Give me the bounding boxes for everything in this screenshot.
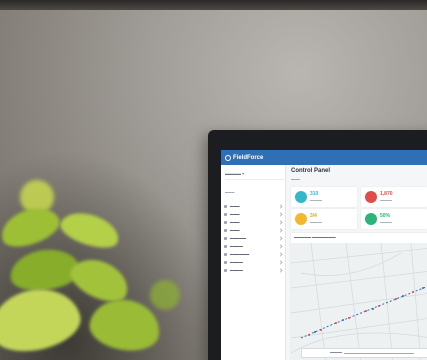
stat-label: ▬▬▬▬	[380, 220, 392, 224]
nav-item[interactable]: ▬▬▬▬▬	[224, 234, 283, 242]
stat-label: ▬▬▬▬	[310, 198, 322, 202]
photo-scene: FieldForce ▬▬▬▬ ▾ ▬▬▬ ▬▬▬ ▬▬▬ ▬▬▬ ▬▬▬ ▬▬…	[0, 0, 427, 360]
search-text: ▬▬▬▬	[330, 350, 342, 354]
leaf	[56, 206, 124, 254]
nav-item-label: ▬▬▬	[230, 212, 240, 216]
leaf	[0, 281, 86, 359]
nav-item-label: ▬▬▬	[230, 204, 240, 208]
nav-item[interactable]: ▬▬▬▬▬▬	[224, 250, 283, 258]
stat-value: 1,870	[380, 191, 393, 197]
brand: FieldForce	[225, 152, 263, 163]
chevron-right-icon	[278, 251, 283, 257]
stat-card[interactable]: 310 ▬▬▬▬	[291, 187, 357, 207]
chevron-right-icon	[278, 211, 283, 217]
stat-value: 3/4	[310, 213, 317, 219]
menu-item-icon	[224, 236, 227, 240]
nav-item[interactable]: ▬▬▬	[224, 218, 283, 226]
stat-icon	[295, 191, 307, 203]
chevron-right-icon	[278, 219, 283, 225]
stat-card[interactable]: 50% ▬▬▬▬	[361, 209, 427, 229]
chevron-right-icon	[278, 203, 283, 209]
nav-item[interactable]: ▬▬▬	[224, 210, 283, 218]
plant	[0, 170, 220, 360]
chevron-right-icon	[278, 243, 283, 249]
top-edge-strip	[0, 0, 427, 10]
stat-label: ▬▬▬▬	[380, 198, 392, 202]
chevron-right-icon	[278, 227, 283, 233]
chevron-right-icon	[278, 235, 283, 241]
map-svg	[291, 243, 427, 360]
chevron-right-icon	[278, 267, 283, 273]
menu-item-icon	[224, 228, 227, 232]
nav-item[interactable]: ▬▬▬▬	[224, 242, 283, 250]
nav-item[interactable]: ▬▬▬▬	[224, 266, 283, 274]
brand-name: FieldForce	[233, 154, 264, 161]
menu-item-icon	[224, 212, 227, 216]
stat-icon	[295, 213, 307, 225]
menu-item-icon	[224, 252, 227, 256]
main-content: Control Panel ▬▬▬ 310 ▬▬▬▬ 1,870 ▬▬▬▬ 3/…	[287, 165, 427, 360]
page-subtitle: ▬▬▬	[291, 177, 300, 181]
nav-item[interactable]: ▬▬▬▬	[224, 258, 283, 266]
nav-item-label: ▬▬▬▬	[230, 260, 243, 264]
map-search-bar[interactable]: ▬▬▬▬	[301, 348, 427, 358]
chevron-right-icon	[278, 259, 283, 265]
leaf	[150, 280, 180, 310]
nav-item-label: ▬▬▬▬▬	[230, 236, 246, 240]
search-progress	[344, 353, 414, 354]
nav-list: ▬▬▬ ▬▬▬ ▬▬▬ ▬▬▬ ▬▬▬▬▬ ▬▬▬▬ ▬▬▬▬▬▬ ▬▬▬▬ ▬…	[224, 202, 283, 274]
menu-item-icon	[224, 244, 227, 248]
map-area[interactable]	[291, 243, 427, 360]
user-menu[interactable]: ▬▬▬▬ ▾	[225, 171, 285, 180]
nav-item-label: ▬▬▬▬▬▬	[230, 252, 250, 256]
nav-heading: ▬▬▬	[225, 190, 235, 194]
menu-item-icon	[224, 220, 227, 224]
map-title: ▬▬▬▬▬ ▬▬▬▬▬▬▬	[294, 235, 336, 239]
stat-card[interactable]: 3/4 ▬▬▬▬	[291, 209, 357, 229]
app-header: FieldForce	[221, 150, 427, 165]
nav-item[interactable]: ▬▬▬	[224, 226, 283, 234]
globe-icon	[225, 154, 231, 161]
menu-item-icon	[224, 260, 227, 264]
menu-item-icon	[224, 204, 227, 208]
stat-value: 310	[310, 191, 319, 197]
menu-item-icon	[224, 268, 227, 272]
stat-value: 50%	[380, 213, 391, 219]
stat-icon	[365, 213, 377, 225]
sidebar: ▬▬▬▬ ▾ ▬▬▬ ▬▬▬ ▬▬▬ ▬▬▬ ▬▬▬ ▬▬▬▬▬ ▬▬▬▬ ▬▬…	[221, 165, 286, 360]
stat-card[interactable]: 1,870 ▬▬▬▬	[361, 187, 427, 207]
monitor-screen: FieldForce ▬▬▬▬ ▾ ▬▬▬ ▬▬▬ ▬▬▬ ▬▬▬ ▬▬▬ ▬▬…	[221, 150, 427, 360]
map-panel: ▬▬▬▬▬ ▬▬▬▬▬▬▬ ▬▬▬▬	[291, 233, 427, 360]
leaf	[0, 200, 65, 254]
nav-item-label: ▬▬▬	[230, 228, 240, 232]
nav-item-label: ▬▬▬▬	[230, 268, 243, 272]
nav-item[interactable]: ▬▬▬	[224, 202, 283, 210]
stat-icon	[365, 191, 377, 203]
stat-label: ▬▬▬▬	[310, 220, 322, 224]
page-title: Control Panel	[291, 168, 331, 174]
nav-item-label: ▬▬▬	[230, 220, 240, 224]
nav-item-label: ▬▬▬▬	[230, 244, 243, 248]
